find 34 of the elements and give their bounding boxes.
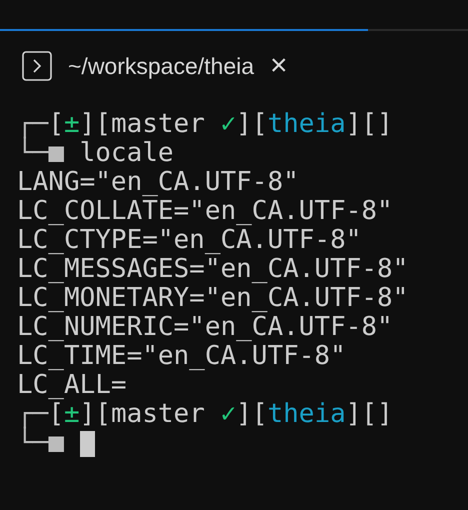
prompt-bracket: [ — [48, 400, 64, 429]
prompt-corner: └─ — [17, 429, 48, 458]
git-status: ± — [64, 110, 80, 139]
prompt-bracket: ][] — [346, 110, 393, 139]
prompt-corner: └─ — [17, 139, 48, 168]
prompt-bracket: ][ — [80, 400, 111, 429]
directory-name: theia — [267, 400, 346, 429]
output-line: LC_TIME="en_CA.UTF-8" — [17, 342, 346, 371]
branch-name: master — [110, 400, 206, 429]
output-line: LC_NUMERIC="en_CA.UTF-8" — [17, 313, 393, 342]
prompt-bracket: ][ — [80, 110, 111, 139]
branch-name: master — [110, 110, 206, 139]
terminal-icon — [22, 51, 52, 81]
output-line: LC_CTYPE="en_CA.UTF-8" — [17, 226, 362, 255]
git-status: ± — [64, 400, 80, 429]
prompt-bracket: ][] — [346, 400, 393, 429]
close-button[interactable]: × — [270, 51, 288, 81]
prompt-corner: ┌─ — [17, 400, 48, 429]
prompt-corner: ┌─ — [17, 110, 48, 139]
prompt-bracket: ][ — [236, 400, 268, 429]
prompt-bracket: [ — [48, 110, 64, 139]
prompt-marker: ■ — [48, 139, 64, 168]
output-line: LC_COLLATE="en_CA.UTF-8" — [17, 197, 393, 226]
command-text: locale — [80, 139, 174, 168]
directory-name: theia — [267, 110, 346, 139]
output-line: LC_MONETARY="en_CA.UTF-8" — [17, 284, 408, 313]
prompt-bracket: ][ — [236, 110, 268, 139]
tab-title[interactable]: ~/workspace/theia — [68, 48, 254, 84]
git-status: ✓ — [220, 400, 236, 429]
prompt-marker: ■ — [48, 429, 64, 458]
output-line: LC_MESSAGES="en_CA.UTF-8" — [17, 255, 408, 284]
output-line: LANG="en_CA.UTF-8" — [17, 168, 299, 197]
git-status: ✓ — [220, 110, 236, 139]
output-line: LC_ALL= — [17, 371, 127, 400]
